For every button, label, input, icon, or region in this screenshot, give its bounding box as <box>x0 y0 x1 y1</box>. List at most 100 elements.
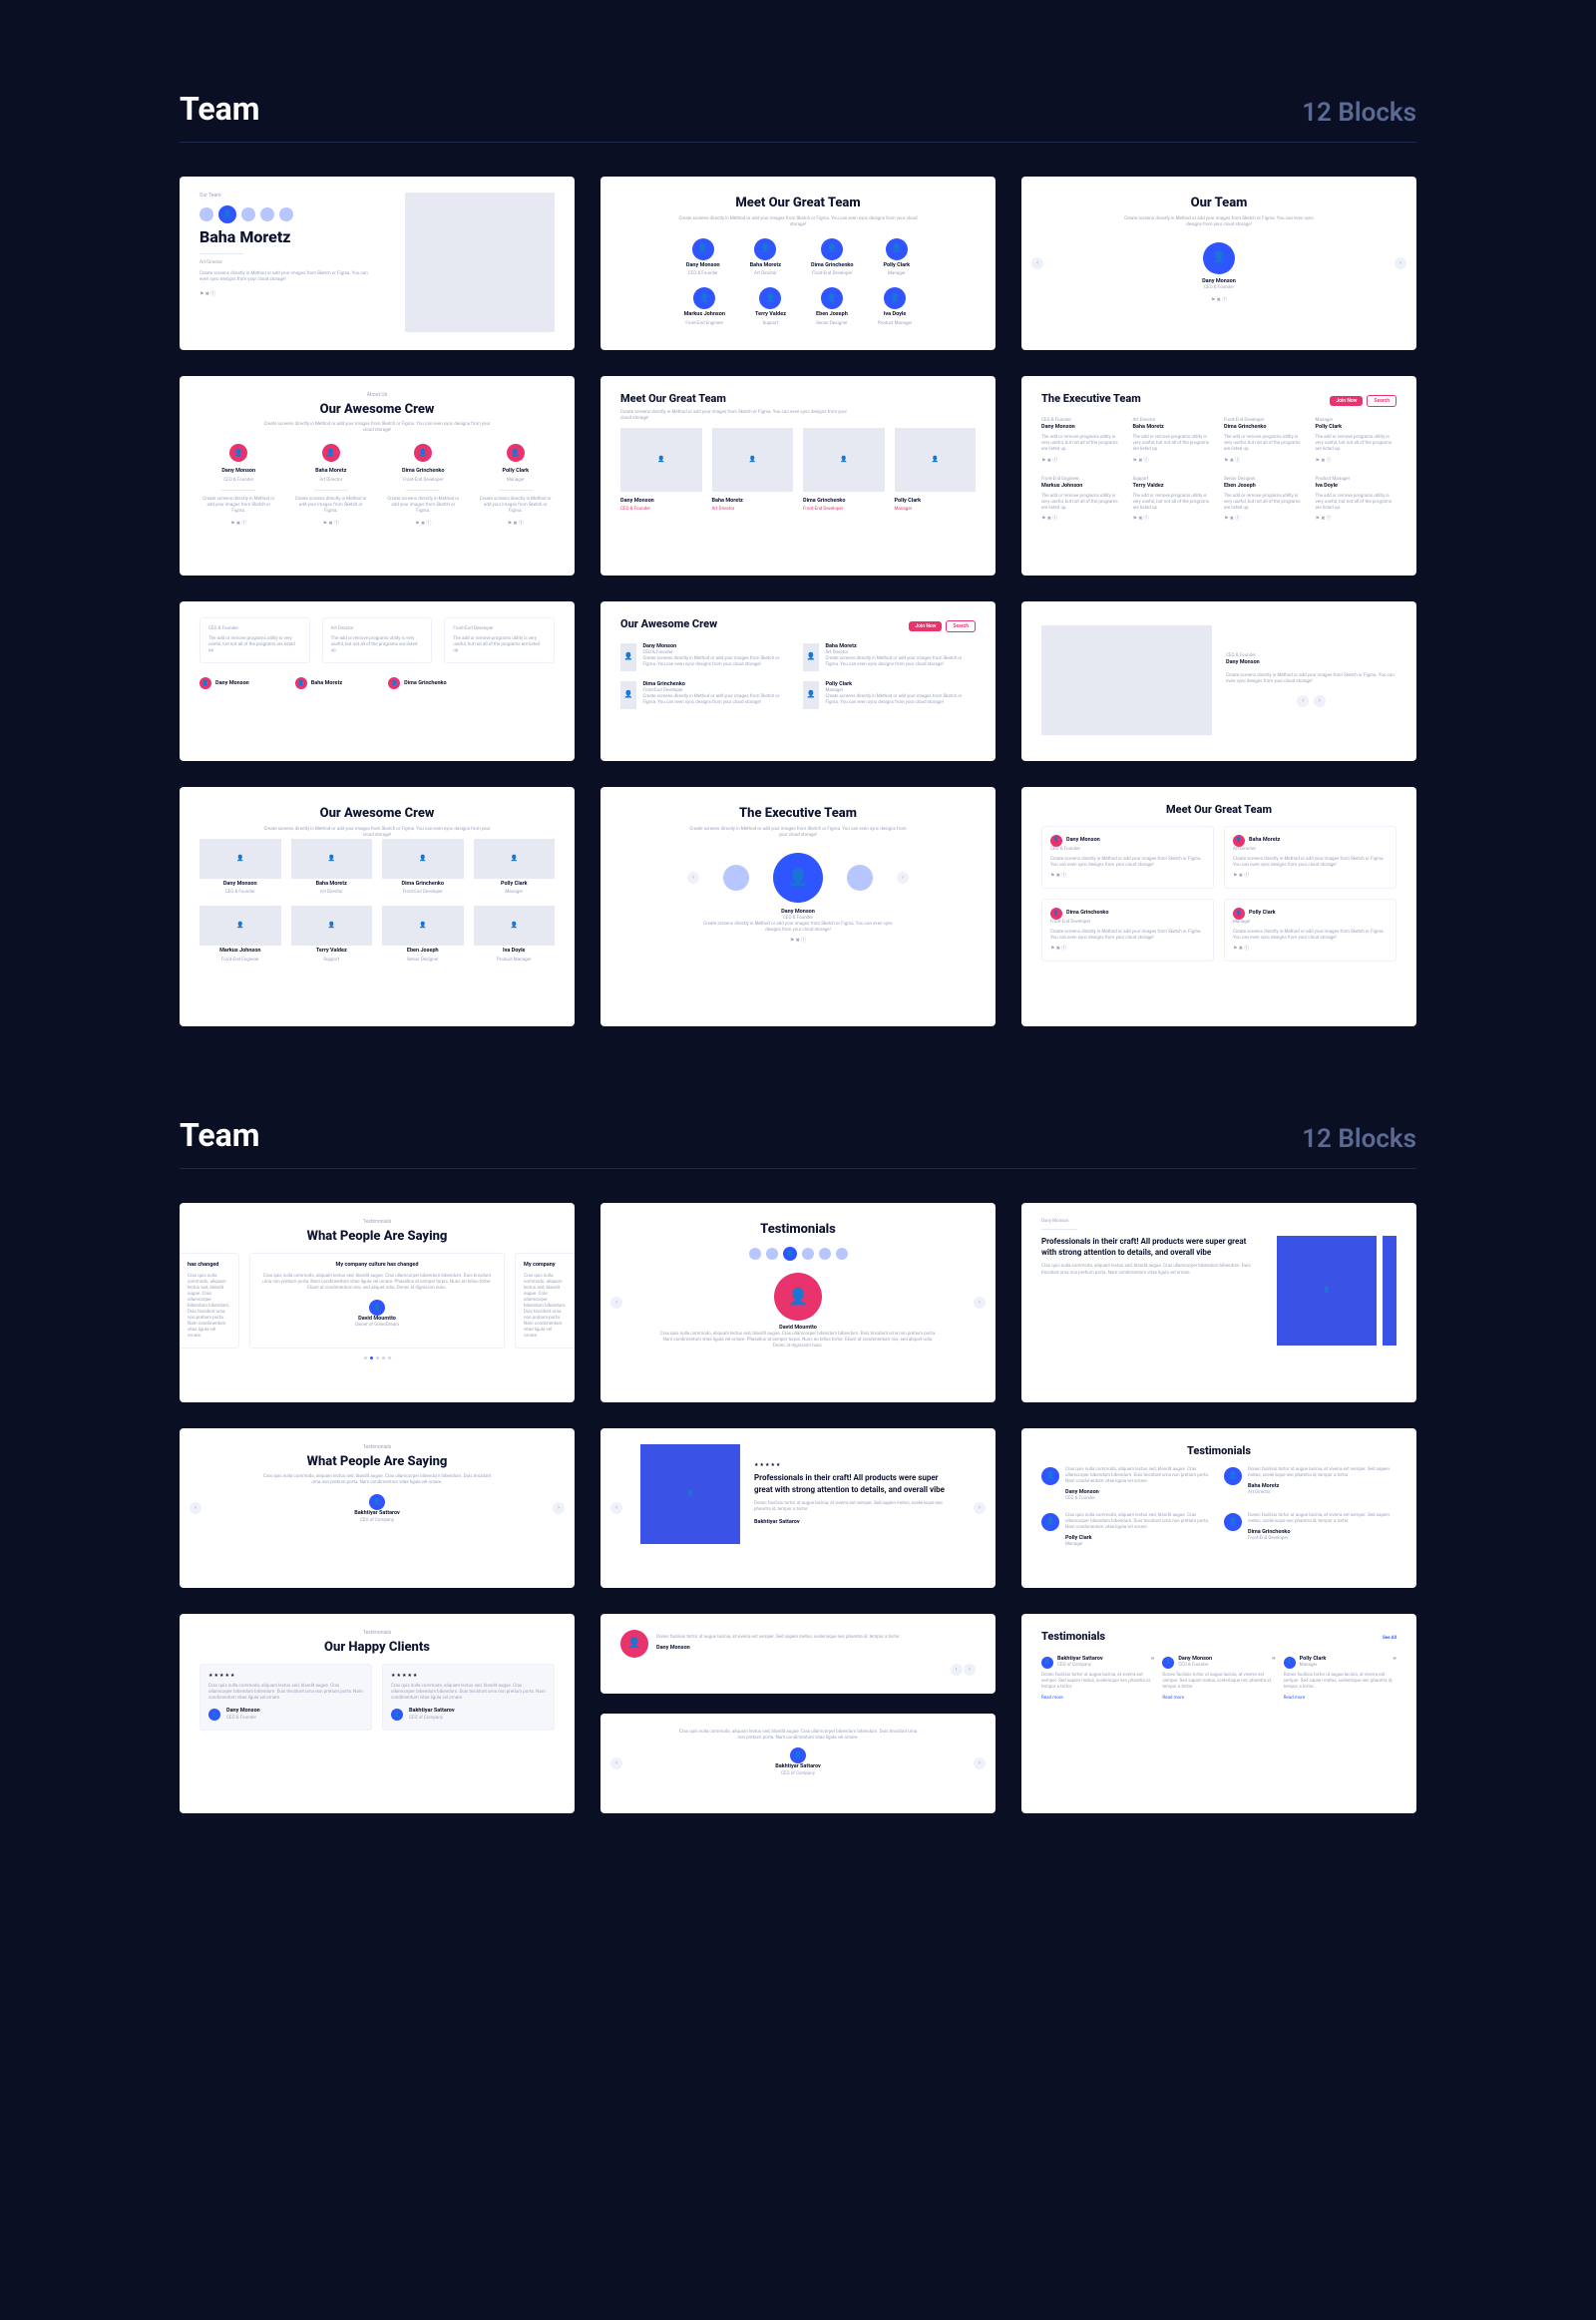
avatar: 👤 <box>759 287 781 309</box>
search-button[interactable]: Search <box>1367 395 1396 408</box>
team-block-awesome-8-photos[interactable]: Our Awesome Crew Create screens directly… <box>180 787 575 1026</box>
team-block-awesome-list[interactable]: Our Awesome Crew Join NowSearch 👤Dany Mo… <box>600 601 996 761</box>
avatar-dot[interactable] <box>279 207 293 221</box>
avatar-faded[interactable] <box>723 865 749 891</box>
next-arrow[interactable]: › <box>974 1502 986 1514</box>
block-title: Testimonials <box>620 1221 976 1239</box>
block-title: Meet Our Great Team <box>1041 803 1396 818</box>
profile-photo-placeholder <box>405 193 555 332</box>
search-button[interactable]: Search <box>946 620 976 633</box>
testimonial-stack: 👤 Donec facilisis tortor ut augue lacini… <box>600 1614 996 1813</box>
pager-dots[interactable] <box>180 1356 575 1359</box>
avatar-dot[interactable] <box>260 207 274 221</box>
block-title: Our Awesome Crew <box>620 617 717 632</box>
testimonial-block-4-bullets[interactable]: Testimonials 👤Cras quis nulla commodo, a… <box>1021 1428 1416 1588</box>
avatar-icon: 👤 <box>1233 908 1245 920</box>
team-block-3-pills[interactable]: CEO & FounderThe add or remove programs … <box>180 601 575 761</box>
team-block-awesome-4-pink[interactable]: About Us Our Awesome Crew Create screens… <box>180 376 575 576</box>
quote-text: Professionals in their craft! All produc… <box>1041 1236 1263 1258</box>
avatar: 👤 <box>692 238 714 260</box>
team-block-executive-grid[interactable]: The Executive Team Join NowSearch CEO & … <box>1021 376 1416 576</box>
quote-icon: ❝ <box>1151 1656 1155 1669</box>
avatar-dot-active[interactable]: 👤 <box>218 205 236 223</box>
avatar-icon: 👤 <box>1233 835 1245 847</box>
avatar-big: 👤 <box>774 1273 822 1321</box>
next-arrow[interactable]: › <box>974 1757 986 1769</box>
social-links[interactable]: ⚑ ✖ ⓕ <box>1211 297 1227 304</box>
block-title: The Executive Team <box>620 805 976 823</box>
testimonial-block-quote-image[interactable]: Dany Monson Professionals in their craft… <box>1021 1203 1416 1402</box>
prev-arrow[interactable]: ‹ <box>610 1757 622 1769</box>
photo-placeholder: 👤 <box>474 839 556 879</box>
see-all-link[interactable]: See All <box>1383 1636 1396 1642</box>
prev-arrow[interactable]: ‹ <box>610 1502 622 1514</box>
testimonial-block-big-avatar[interactable]: Testimonials 👤 ‹ › 👤 David Moumtto Cras … <box>600 1203 996 1402</box>
prev-arrow[interactable]: ‹ <box>1297 695 1309 707</box>
testimonial-block-centered-small[interactable]: ‹ › Cras quis nulla commodo, aliquam lec… <box>600 1714 996 1813</box>
read-more-link[interactable]: Read more <box>1041 1696 1154 1702</box>
social-links[interactable]: ⚑ ✖ ⓕ <box>790 938 806 945</box>
avatar: 👤 <box>886 238 908 260</box>
team-block-4-boxes-pink[interactable]: Meet Our Great Team 👤Dany MonsonCEO & Fo… <box>1021 787 1416 1026</box>
avatar: 👤 <box>1284 1657 1296 1669</box>
avatar: 👤 <box>1224 1467 1242 1485</box>
team-block-executive-carousel[interactable]: The Executive Team Create screens direct… <box>600 787 996 1026</box>
team-block-grid-8[interactable]: Meet Our Great Team Create screens direc… <box>600 177 996 350</box>
avatar-dot[interactable] <box>200 207 213 221</box>
block-title: Meet Our Great Team <box>620 392 976 407</box>
avatar: 👤 <box>1041 1657 1053 1669</box>
prev-arrow[interactable]: ‹ <box>687 872 699 884</box>
block-desc: Create screens directly in Method or add… <box>1119 216 1319 228</box>
testimonial-block-3-columns[interactable]: Testimonials See All 👤Bakhtiyar Sattarov… <box>1021 1614 1416 1813</box>
join-button[interactable]: Join Now <box>1330 396 1363 407</box>
avatar: 👤 <box>620 1630 648 1658</box>
next-arrow[interactable]: › <box>553 1502 565 1514</box>
team-grid: Our Team 👤 Baha Moretz Art Director Crea… <box>180 177 1416 1026</box>
avatar: 👤 <box>369 1300 385 1316</box>
next-arrow[interactable]: › <box>1314 695 1326 707</box>
testimonial-block-image-stars[interactable]: ‹ › 👤 ★★★★★ Professionals in their craft… <box>600 1428 996 1588</box>
avatar: 👤 <box>507 444 525 462</box>
read-more-link[interactable]: Read more <box>1284 1696 1396 1702</box>
photo-placeholder: 👤 <box>291 906 373 946</box>
prev-arrow[interactable]: ‹ <box>610 1297 622 1309</box>
avatar-dot[interactable] <box>241 207 255 221</box>
author-name: Dany Monson <box>1041 1219 1396 1225</box>
team-block-single-carousel[interactable]: Our Team Create screens directly in Meth… <box>1021 177 1416 350</box>
prev-arrow[interactable]: ‹ <box>1031 257 1043 269</box>
avatar-faded[interactable] <box>847 865 873 891</box>
join-button[interactable]: Join Now <box>909 621 942 632</box>
team-block-split-photo[interactable]: CEO & Founder Dany Monson Create screens… <box>1021 601 1416 761</box>
next-arrow[interactable]: › <box>974 1297 986 1309</box>
social-links[interactable]: ⚑ ✖ ⓕ <box>200 291 215 298</box>
testimonial-text: Cras quis nulla commodo, aliquam lectus … <box>678 1730 918 1741</box>
avatar: 👤 <box>1203 242 1235 274</box>
prev-arrow[interactable]: ‹ <box>190 1502 201 1514</box>
team-block-profile-slider[interactable]: Our Team 👤 Baha Moretz Art Director Crea… <box>180 177 575 350</box>
next-arrow[interactable]: › <box>964 1664 976 1676</box>
next-arrow[interactable]: › <box>897 872 909 884</box>
testimonial-block-inline-pink[interactable]: 👤 Donec facilisis tortor ut augue lacini… <box>600 1614 996 1694</box>
avatar: 👤 <box>208 1709 220 1721</box>
next-arrow[interactable]: › <box>1395 257 1406 269</box>
photo-placeholder: 👤 <box>382 839 464 879</box>
avatar-square: 👤 <box>803 681 819 709</box>
block-title: What People Are Saying <box>200 1453 555 1471</box>
prev-arrow[interactable]: ‹ <box>951 1664 963 1676</box>
block-desc: Create screens directly in Method or add… <box>262 422 492 434</box>
section-count: 12 Blocks <box>1302 98 1416 128</box>
testimonial-block-slider-cards[interactable]: Testimonials What People Are Saying has … <box>180 1203 575 1402</box>
block-title: Our Awesome Crew <box>200 401 555 419</box>
block-title: Meet Our Great Team <box>620 194 976 212</box>
photo-placeholder: 👤 <box>382 906 464 946</box>
testimonial-block-happy-clients[interactable]: Testimonials Our Happy Clients ★★★★★Cras… <box>180 1614 575 1813</box>
avatar: 👤 <box>1041 1513 1059 1531</box>
person-name: Bakhtiyar Sattarov <box>200 1510 555 1517</box>
team-block-photo-squares[interactable]: Meet Our Great Team Create screens direc… <box>600 376 996 576</box>
read-more-link[interactable]: Read more <box>1162 1696 1275 1702</box>
star-rating: ★★★★★ <box>754 1462 956 1469</box>
avatar: 👤 <box>821 238 843 260</box>
section-header-team-2: Team 12 Blocks <box>180 1116 1416 1169</box>
avatar-square: 👤 <box>620 643 636 671</box>
testimonial-block-saying-single[interactable]: Testimonials What People Are Saying ‹ › … <box>180 1428 575 1588</box>
